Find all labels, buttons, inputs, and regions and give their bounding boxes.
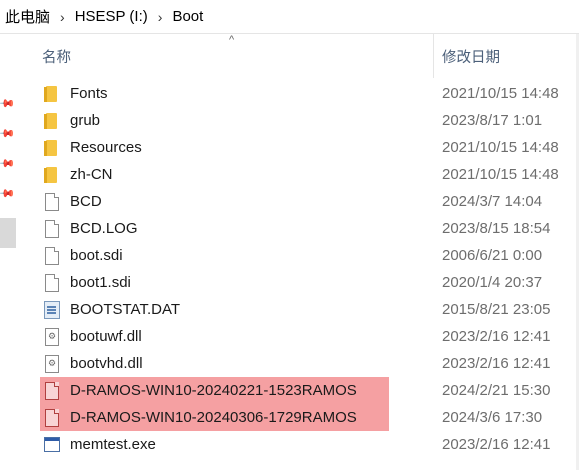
dll-file-icon: ⚙	[40, 350, 70, 377]
file-row[interactable]: BCD 2024/3/7 14:04	[40, 188, 579, 215]
file-row[interactable]: ⚙ bootuwf.dll 2023/2/16 12:41	[40, 323, 579, 350]
file-row[interactable]: Fonts 2021/10/15 14:48	[40, 80, 579, 107]
file-name: memtest.exe	[70, 436, 156, 453]
breadcrumb-this-pc[interactable]: 此电脑	[0, 6, 54, 27]
file-date: 2024/3/6 17:30	[442, 409, 543, 426]
pin-icon[interactable]: 📌	[0, 153, 17, 173]
file-date: 2023/8/15 18:54	[442, 220, 551, 237]
file-date: 2006/6/21 0:00	[442, 247, 543, 264]
file-name: BOOTSTAT.DAT	[70, 301, 181, 318]
folder-icon	[40, 80, 70, 107]
file-name: bootvhd.dll	[70, 355, 143, 372]
column-header-name[interactable]: 名称	[42, 34, 422, 78]
folder-icon	[40, 134, 70, 161]
file-row[interactable]: zh-CN 2021/10/15 14:48	[40, 161, 579, 188]
file-row[interactable]: ⚙ bootvhd.dll 2023/2/16 12:41	[40, 350, 579, 377]
file-row[interactable]: grub 2023/8/17 1:01	[40, 107, 579, 134]
file-row[interactable]: D-RAMOS-WIN10-20240306-1729RAMOS 2024/3/6…	[40, 404, 542, 431]
file-icon	[40, 377, 70, 404]
file-name: D-RAMOS-WIN10-20240221-1523RAMOS	[70, 382, 357, 399]
file-row[interactable]: BOOTSTAT.DAT 2015/8/21 23:05	[40, 296, 579, 323]
file-icon	[40, 404, 70, 431]
file-row[interactable]: memtest.exe 2023/2/16 12:41	[40, 431, 579, 458]
file-row[interactable]: boot.sdi 2006/6/21 0:00	[40, 242, 579, 269]
file-name: grub	[70, 112, 101, 129]
file-date: 2024/2/21 15:30	[442, 382, 551, 399]
file-name: boot.sdi	[70, 247, 123, 264]
file-name: zh-CN	[70, 166, 113, 183]
file-icon	[40, 188, 70, 215]
breadcrumb-separator[interactable]: ›	[54, 9, 71, 25]
file-date: 2021/10/15 14:48	[442, 85, 559, 102]
file-name: D-RAMOS-WIN10-20240306-1729RAMOS	[70, 409, 357, 426]
folder-icon	[40, 161, 70, 188]
exe-file-icon	[40, 431, 70, 458]
dll-file-icon: ⚙	[40, 323, 70, 350]
nav-selected-item[interactable]	[0, 218, 16, 248]
breadcrumb: 此电脑 › HSESP (I:) › Boot	[0, 0, 579, 34]
file-row[interactable]: D-RAMOS-WIN10-20240221-1523RAMOS 2024/2/2…	[40, 377, 550, 404]
file-row[interactable]: Resources 2021/10/15 14:48	[40, 134, 579, 161]
file-name: boot1.sdi	[70, 274, 131, 291]
file-date: 2023/2/16 12:41	[442, 355, 551, 372]
file-icon	[40, 215, 70, 242]
file-row[interactable]: BCD.LOG 2023/8/15 18:54	[40, 215, 579, 242]
file-date: 2023/8/17 1:01	[442, 112, 543, 129]
pin-icon[interactable]: 📌	[0, 93, 17, 113]
navigation-pane-edge: 📌 📌 📌 📌	[0, 34, 16, 470]
dat-file-icon	[40, 296, 70, 323]
pin-icon[interactable]: 📌	[0, 123, 17, 143]
column-divider[interactable]	[433, 34, 434, 78]
file-icon	[40, 242, 70, 269]
file-name: bootuwf.dll	[70, 328, 142, 345]
file-date: 2021/10/15 14:48	[442, 166, 559, 183]
breadcrumb-separator[interactable]: ›	[152, 9, 169, 25]
file-name: BCD	[70, 193, 102, 210]
column-header-date[interactable]: 修改日期	[442, 34, 579, 78]
file-date: 2023/2/16 12:41	[442, 328, 551, 345]
breadcrumb-drive[interactable]: HSESP (I:)	[71, 8, 152, 25]
file-name: BCD.LOG	[70, 220, 138, 237]
file-date: 2023/2/16 12:41	[442, 436, 551, 453]
file-name: Fonts	[70, 85, 108, 102]
pin-icon[interactable]: 📌	[0, 183, 17, 203]
file-date: 2015/8/21 23:05	[442, 301, 551, 318]
file-row[interactable]: boot1.sdi 2020/1/4 20:37	[40, 269, 579, 296]
file-name: Resources	[70, 139, 142, 156]
file-date: 2021/10/15 14:48	[442, 139, 559, 156]
file-icon	[40, 269, 70, 296]
breadcrumb-boot[interactable]: Boot	[168, 8, 207, 25]
file-date: 2024/3/7 14:04	[442, 193, 543, 210]
file-date: 2020/1/4 20:37	[442, 274, 543, 291]
folder-icon	[40, 107, 70, 134]
